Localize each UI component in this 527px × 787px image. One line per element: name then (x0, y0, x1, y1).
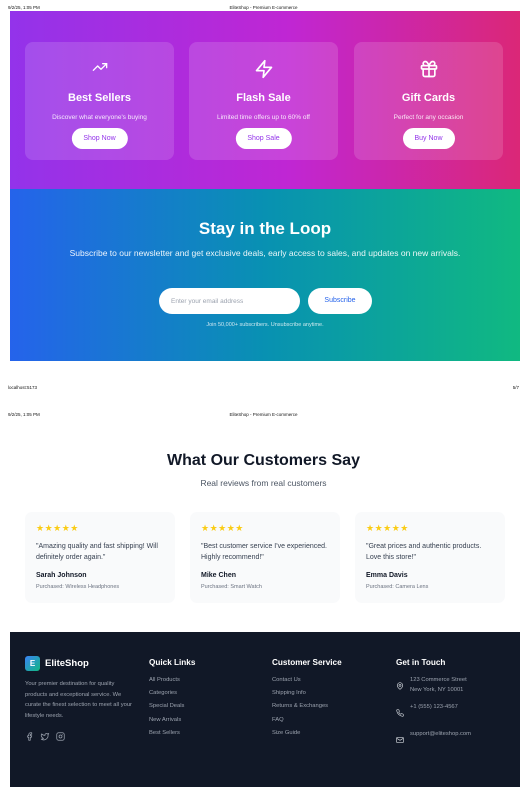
footer-link-size-guide[interactable]: Size Guide (272, 729, 342, 742)
zap-icon (189, 59, 338, 79)
testimonial-quote: "Best customer service I've experienced.… (201, 543, 327, 561)
footer-link-contact-us[interactable]: Contact Us (272, 676, 342, 689)
testimonial-card: ★★★★★ "Great prices and authentic produc… (355, 512, 505, 603)
email-text: support@eliteshop.com (410, 731, 471, 737)
footer-link-all-products[interactable]: All Products (149, 676, 195, 689)
newsletter-title: Stay in the Loop (198, 219, 332, 238)
phone-icon (396, 704, 406, 722)
testimonial-card: ★★★★★ "Best customer service I've experi… (190, 512, 340, 603)
testimonial-quote: "Great prices and authentic products. Lo… (366, 543, 482, 561)
testimonial-quote: "Amazing quality and fast shipping! Will… (36, 543, 158, 561)
promo-description: Limited time offers up to 60% off (217, 114, 310, 121)
contact-column: Get in Touch 123 Commerce Street New Yor… (396, 658, 471, 757)
promo-section: Best Sellers Discover what everyone's bu… (10, 11, 520, 189)
print-doc-title: EliteShop - Premium E-commerce (229, 4, 298, 10)
facebook-icon[interactable] (25, 728, 34, 746)
purchased-product: Purchased: Wireless Headphones (36, 584, 120, 590)
print-url: localhost:5173 (8, 385, 38, 390)
quick-links-title: Quick Links (149, 658, 196, 667)
reviewer-name: Sarah Johnson (36, 572, 87, 579)
logo-icon: E (25, 656, 40, 671)
newsletter-subtitle: Subscribe to our newsletter and get excl… (69, 248, 461, 258)
instagram-icon[interactable] (56, 728, 65, 746)
promo-description: Perfect for any occasion (393, 114, 464, 121)
print-footer: localhost:5173 5/7 (8, 385, 519, 395)
quick-links-column: Quick Links All Products Categories Spec… (149, 658, 195, 742)
customer-service-column: Customer Service Contact Us Shipping Inf… (272, 658, 342, 742)
shop-sale-button[interactable]: Shop Sale (235, 128, 292, 149)
footer-link-special-deals[interactable]: Special Deals (149, 702, 195, 715)
testimonial-card: ★★★★★ "Amazing quality and fast shipping… (25, 512, 175, 603)
subscribe-button[interactable]: Subscribe (308, 288, 372, 314)
trending-up-icon (25, 59, 174, 79)
buy-now-button[interactable]: Buy Now (402, 128, 455, 149)
reviewer-name: Emma Davis (366, 572, 408, 579)
purchased-product: Purchased: Camera Lens (366, 584, 429, 590)
star-rating-icon: ★★★★★ (366, 523, 409, 533)
testimonials-subtitle: Real reviews from real customers (200, 478, 327, 488)
purchased-product: Purchased: Smart Watch (201, 584, 262, 590)
star-rating-icon: ★★★★★ (201, 523, 244, 533)
contact-address: 123 Commerce Street New York, NY 10001 (396, 676, 471, 695)
promo-card-flash-sale: Flash Sale Limited time offers up to 60%… (189, 42, 338, 160)
email-input[interactable] (159, 288, 300, 314)
phone-text: +1 (555) 123-4567 (410, 704, 458, 710)
print-doc-title: EliteShop - Premium E-commerce (229, 411, 298, 417)
promo-card-gift-cards: Gift Cards Perfect for any occasion Buy … (354, 42, 503, 160)
footer-link-shipping-info[interactable]: Shipping Info (272, 689, 342, 702)
contact-email[interactable]: support@eliteshop.com (396, 730, 471, 749)
footer-description: Your premier destination for quality pro… (25, 681, 132, 719)
social-links (25, 728, 65, 746)
newsletter-note: Join 50,000+ subscribers. Unsubscribe an… (206, 322, 324, 328)
promo-description: Discover what everyone's buying (52, 114, 147, 121)
site-footer: E EliteShop Your premier destination for… (10, 632, 520, 787)
promo-title: Gift Cards (401, 92, 456, 104)
promo-title: Flash Sale (236, 92, 291, 104)
newsletter-section: Stay in the Loop Subscribe to our newsle… (10, 189, 520, 361)
footer-link-best-sellers[interactable]: Best Sellers (149, 729, 195, 742)
customer-service-title: Customer Service (272, 658, 342, 667)
map-pin-icon (396, 677, 406, 695)
address-text: 123 Commerce Street New York, NY 10001 (410, 677, 467, 693)
brand-name: EliteShop (45, 658, 89, 669)
star-rating-icon: ★★★★★ (36, 523, 79, 533)
shop-now-button[interactable]: Shop Now (71, 128, 128, 149)
mail-icon (396, 731, 406, 749)
reviewer-name: Mike Chen (201, 572, 237, 579)
promo-card-best-sellers: Best Sellers Discover what everyone's bu… (25, 42, 174, 160)
contact-phone[interactable]: +1 (555) 123-4567 (396, 703, 471, 722)
footer-link-categories[interactable]: Categories (149, 689, 195, 702)
footer-link-returns[interactable]: Returns & Exchanges (272, 702, 342, 715)
footer-link-new-arrivals[interactable]: New Arrivals (149, 716, 195, 729)
print-header: 9/2/25, 1:05 PM EliteShop - Premium E-co… (8, 409, 519, 419)
gift-icon (354, 59, 503, 79)
print-page-number: 5/7 (512, 385, 519, 390)
contact-title: Get in Touch (396, 658, 446, 667)
promo-title: Best Sellers (68, 92, 131, 104)
twitter-icon[interactable] (40, 728, 50, 746)
footer-link-faq[interactable]: FAQ (272, 716, 342, 729)
footer-brand[interactable]: E EliteShop (25, 656, 89, 671)
testimonials-title: What Our Customers Say (167, 452, 360, 469)
